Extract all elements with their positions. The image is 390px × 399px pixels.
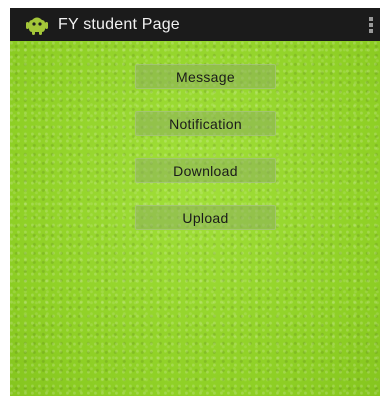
android-icon xyxy=(26,17,48,35)
app-screen: FY student Page Message Notification Dow… xyxy=(10,8,380,396)
main-content: Message Notification Download Upload xyxy=(10,41,380,396)
overflow-menu-icon[interactable] xyxy=(369,17,373,33)
app-title: FY student Page xyxy=(58,15,180,33)
download-button[interactable]: Download xyxy=(135,158,276,183)
upload-button[interactable]: Upload xyxy=(135,205,276,230)
overflow-dot xyxy=(369,17,373,21)
notification-button[interactable]: Notification xyxy=(135,111,276,136)
overflow-dot xyxy=(369,29,373,33)
overflow-dot xyxy=(369,23,373,27)
action-bar: FY student Page xyxy=(10,8,380,41)
message-button[interactable]: Message xyxy=(135,64,276,89)
